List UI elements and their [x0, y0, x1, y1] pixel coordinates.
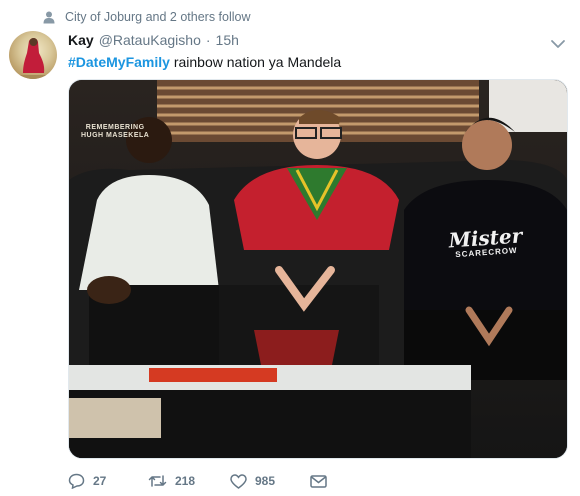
retweet-count: 218: [175, 474, 196, 488]
tweet-text: #DateMyFamily rainbow nation ya Mandela: [68, 53, 341, 71]
social-context-text: City of Joburg and 2 others follow: [65, 10, 251, 24]
tweet-timestamp[interactable]: 15h: [216, 32, 239, 48]
retweet-icon: [148, 474, 167, 488]
watermark-line1: REMEMBERING: [85, 124, 145, 131]
reply-button[interactable]: 27: [68, 473, 148, 489]
separator-dot: ·: [205, 32, 211, 48]
hashtag-link[interactable]: #DateMyFamily: [68, 54, 170, 70]
tweet-body-text: rainbow nation ya Mandela: [169, 54, 342, 70]
social-context[interactable]: City of Joburg and 2 others follow: [43, 8, 251, 26]
like-count: 985: [255, 474, 276, 488]
envelope-icon: [310, 474, 327, 488]
avatar[interactable]: [9, 31, 57, 79]
tweet-photo[interactable]: REMEMBERING HUGH MASEKELA Mister SCARECR…: [68, 79, 568, 459]
reply-icon: [68, 473, 85, 489]
heart-icon: [230, 473, 247, 489]
author-handle[interactable]: @RatauKagisho: [99, 32, 201, 48]
tweet-header: Kay @RatauKagisho · 15h: [68, 32, 568, 52]
tweet-actions: 27 218 985: [68, 471, 327, 491]
author-name[interactable]: Kay: [68, 32, 94, 48]
like-button[interactable]: 985: [230, 473, 310, 489]
broadcast-watermark: REMEMBERING HUGH MASEKELA: [81, 124, 149, 140]
person-icon: [43, 11, 55, 24]
shirt-text: Mister SCARECROW: [448, 223, 523, 259]
coffee-table: [69, 365, 471, 458]
watermark-line2: HUGH MASEKELA: [81, 132, 150, 139]
retweet-button[interactable]: 218: [148, 474, 230, 488]
reply-count: 27: [93, 474, 107, 488]
chevron-down-icon[interactable]: [550, 36, 566, 48]
direct-message-button[interactable]: [310, 474, 327, 488]
